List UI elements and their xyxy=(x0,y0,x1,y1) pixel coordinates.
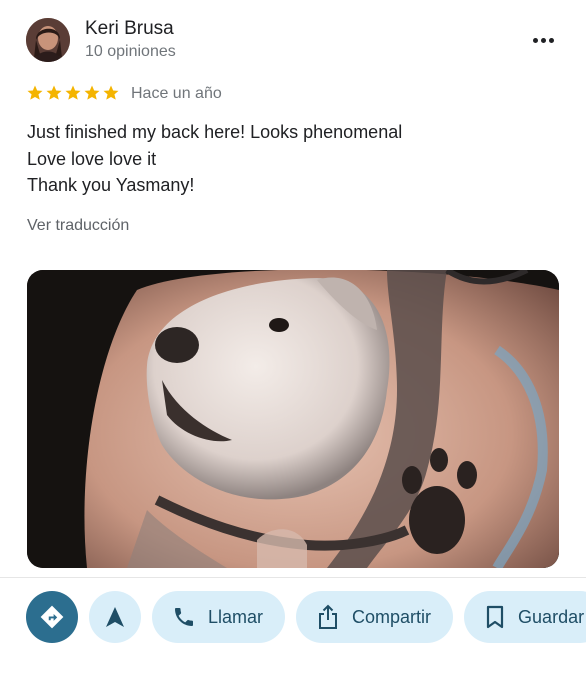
review-card: Keri Brusa 10 opiniones Hace un año Just… xyxy=(0,0,586,700)
review-photo[interactable] xyxy=(27,270,559,568)
navigation-arrow-icon xyxy=(106,607,124,627)
phone-icon xyxy=(175,608,193,626)
more-vert-icon-dot xyxy=(540,37,546,43)
star-icon xyxy=(103,85,119,100)
star-icon xyxy=(46,85,62,100)
star-icon xyxy=(27,85,43,100)
star-rating xyxy=(26,84,120,102)
share-button[interactable]: Compartir xyxy=(296,591,454,643)
reviewer-name[interactable]: Keri Brusa xyxy=(85,18,174,40)
share-label: Compartir xyxy=(352,606,432,627)
more-vert-icon-dot xyxy=(548,37,554,43)
review-text-line: Thank you Yasmany! xyxy=(27,175,195,195)
see-translation-link[interactable]: Ver traducción xyxy=(27,217,129,235)
call-label: Llamar xyxy=(208,606,264,627)
review-time: Hace un año xyxy=(131,85,222,102)
star-icon xyxy=(84,85,100,100)
review-count: 10 opiniones xyxy=(85,43,176,60)
review-text-line: Love love love it xyxy=(27,148,157,169)
save-label: Guardar xyxy=(518,606,585,627)
tattoo-photo xyxy=(27,270,559,568)
directions-icon xyxy=(40,605,64,629)
call-button[interactable]: Llamar xyxy=(152,591,286,643)
star-icon xyxy=(65,85,81,100)
directions-button[interactable] xyxy=(26,591,78,643)
share-icon xyxy=(319,604,338,629)
start-navigation-button[interactable] xyxy=(89,591,141,643)
more-options-button[interactable] xyxy=(530,30,556,50)
more-vert-icon xyxy=(532,37,538,43)
avatar-photo xyxy=(26,18,70,62)
review-text: Just finished my back here! Looks phenom… xyxy=(27,119,402,199)
action-bar: Llamar Compartir Guardar xyxy=(26,591,586,643)
bookmark-icon xyxy=(486,605,504,629)
review-text-line: Just finished my back here! Looks phenom… xyxy=(27,122,403,142)
divider xyxy=(0,577,586,578)
avatar[interactable] xyxy=(26,18,70,62)
save-button[interactable]: Guardar xyxy=(464,591,586,643)
